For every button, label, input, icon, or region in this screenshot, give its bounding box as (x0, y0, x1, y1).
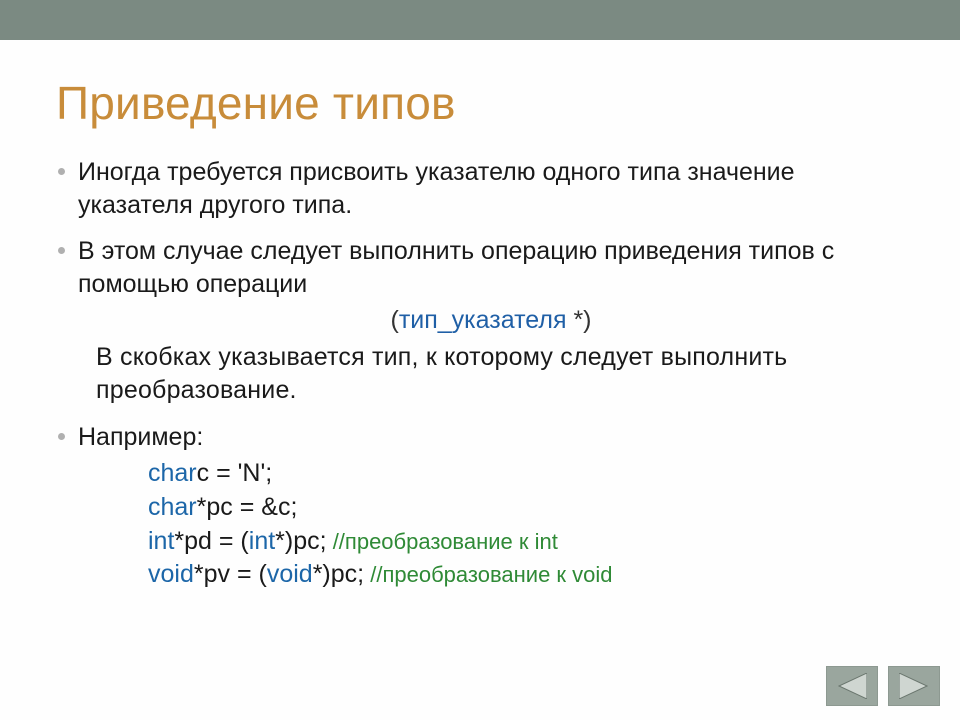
nav-buttons (826, 666, 940, 706)
decorative-top-bar (0, 0, 960, 40)
pointer-type-kw: тип_указателя (399, 306, 574, 334)
paren-open: ( (391, 306, 399, 334)
bullet-list: Иногда требуется присвоить указателю одн… (56, 156, 904, 592)
slide-title: Приведение типов (56, 76, 904, 130)
bullet-2: В этом случае следует выполнить операцию… (56, 235, 904, 407)
kw-char-2: char (148, 493, 197, 521)
comment-int: //преобразование к int (327, 529, 558, 554)
code-l4-after: *)pc; (313, 560, 364, 588)
code-l3-mid: *pd = ( (174, 527, 248, 555)
slide-body: Приведение типов Иногда требуется присво… (0, 40, 960, 720)
code-line-4: void*pv = (void*)pc; //преобразование к … (148, 558, 904, 592)
next-button[interactable] (888, 666, 940, 706)
code-l4-mid: *pv = ( (194, 560, 267, 588)
paren-close: *) (573, 306, 591, 334)
bullet-1-text: Иногда требуется присвоить указателю одн… (78, 158, 795, 219)
prev-button[interactable] (826, 666, 878, 706)
cast-syntax: (тип_указателя *) (78, 304, 904, 337)
bullet-3-text: Например: (78, 423, 203, 451)
code-l1-rest: c = 'N'; (197, 459, 273, 487)
presentation-slide: Приведение типов Иногда требуется присво… (0, 0, 960, 720)
comment-void: //преобразование к void (364, 562, 612, 587)
bullet-3: Например: charc = 'N'; char*pc = &c; int… (56, 421, 904, 593)
kw-void-2: void (267, 560, 313, 588)
bullet-1: Иногда требуется присвоить указателю одн… (56, 156, 904, 221)
code-line-1: charc = 'N'; (148, 457, 904, 491)
code-line-2: char*pc = &c; (148, 491, 904, 525)
kw-int-2: int (249, 527, 275, 555)
kw-char-1: char (148, 459, 197, 487)
code-l3-after: *)pc; (275, 527, 326, 555)
kw-void-1: void (148, 560, 194, 588)
code-example: charc = 'N'; char*pc = &c; int*pd = (int… (148, 457, 904, 592)
syntax-explanation: В скобках указывается тип, к которому сл… (96, 341, 904, 407)
arrow-right-icon (899, 673, 929, 699)
kw-int-1: int (148, 527, 174, 555)
arrow-left-icon (837, 673, 867, 699)
code-l2-rest: *pc = &c; (197, 493, 298, 521)
bullet-2-text: В этом случае следует выполнить операцию… (78, 237, 834, 298)
code-line-3: int*pd = (int*)pc; //преобразование к in… (148, 525, 904, 559)
